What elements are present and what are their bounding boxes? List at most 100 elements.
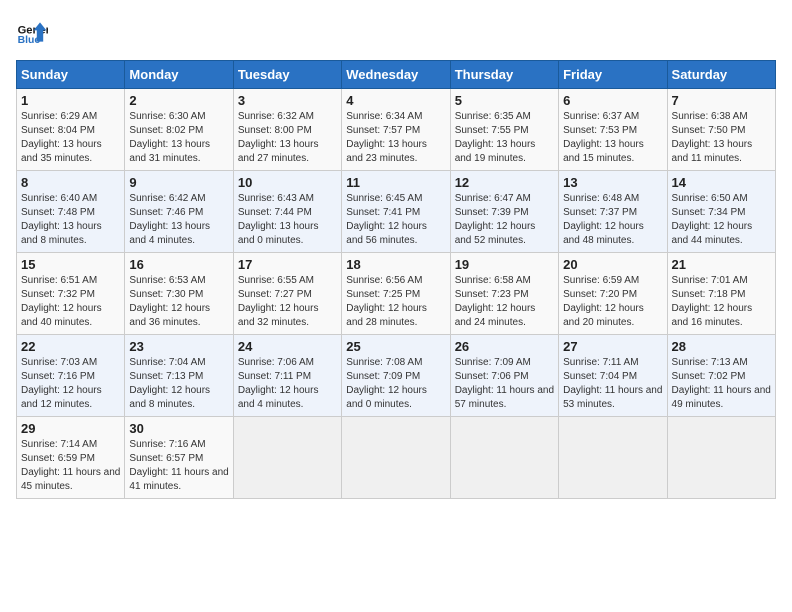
day-info: Sunrise: 7:03 AMSunset: 7:16 PMDaylight:… <box>21 356 120 412</box>
calendar-cell: 1 Sunrise: 6:29 AMSunset: 8:04 PMDaylight… <box>17 89 125 171</box>
calendar-cell: 2 Sunrise: 6:30 AMSunset: 8:02 PMDaylight… <box>125 89 233 171</box>
weekday-header: Friday <box>559 61 667 89</box>
calendar-table: SundayMondayTuesdayWednesdayThursdayFrid… <box>16 60 776 499</box>
day-number: 14 <box>672 175 771 190</box>
calendar-cell: 15Sunrise: 6:51 AMSunset: 7:32 PMDayligh… <box>17 253 125 335</box>
calendar-cell: 29 Sunrise: 7:14 AMSunset: 6:59 PMDayligh… <box>17 417 125 499</box>
day-info: Sunrise: 6:45 AMSunset: 7:41 PMDaylight:… <box>346 192 445 248</box>
day-number: 24 <box>238 339 337 354</box>
calendar-week-row: 1 Sunrise: 6:29 AMSunset: 8:04 PMDaylight… <box>17 89 776 171</box>
day-number: 4 <box>346 93 445 108</box>
day-number: 2 <box>129 93 228 108</box>
calendar-cell: 8 Sunrise: 6:40 AMSunset: 7:48 PMDaylight… <box>17 171 125 253</box>
day-info: Sunrise: 6:59 AMSunset: 7:20 PMDaylight:… <box>563 274 662 330</box>
day-number: 16 <box>129 257 228 272</box>
day-info: Sunrise: 6:47 AMSunset: 7:39 PMDaylight:… <box>455 192 554 248</box>
day-number: 20 <box>563 257 662 272</box>
calendar-cell: 10 Sunrise: 6:43 AMSunset: 7:44 PMDayligh… <box>233 171 341 253</box>
day-info: Sunrise: 6:29 AMSunset: 8:04 PMDaylight:… <box>21 110 120 166</box>
day-info: Sunrise: 6:55 AMSunset: 7:27 PMDaylight:… <box>238 274 337 330</box>
day-info: Sunrise: 6:58 AMSunset: 7:23 PMDaylight:… <box>455 274 554 330</box>
day-info: Sunrise: 6:40 AMSunset: 7:48 PMDaylight:… <box>21 192 120 248</box>
day-number: 27 <box>563 339 662 354</box>
calendar-cell: 27 Sunrise: 7:11 AMSunset: 7:04 PMDayligh… <box>559 335 667 417</box>
day-number: 6 <box>563 93 662 108</box>
day-number: 18 <box>346 257 445 272</box>
calendar-cell: 13Sunrise: 6:48 AMSunset: 7:37 PMDayligh… <box>559 171 667 253</box>
calendar-cell <box>342 417 450 499</box>
day-number: 3 <box>238 93 337 108</box>
calendar-week-row: 29 Sunrise: 7:14 AMSunset: 6:59 PMDayligh… <box>17 417 776 499</box>
day-info: Sunrise: 7:13 AMSunset: 7:02 PMDaylight:… <box>672 356 771 412</box>
calendar-cell: 19 Sunrise: 6:58 AMSunset: 7:23 PMDayligh… <box>450 253 558 335</box>
day-info: Sunrise: 6:35 AMSunset: 7:55 PMDaylight:… <box>455 110 554 166</box>
calendar-cell: 12 Sunrise: 6:47 AMSunset: 7:39 PMDayligh… <box>450 171 558 253</box>
day-number: 17 <box>238 257 337 272</box>
weekday-header: Saturday <box>667 61 775 89</box>
weekday-header: Sunday <box>17 61 125 89</box>
calendar-cell: 9Sunrise: 6:42 AMSunset: 7:46 PMDaylight… <box>125 171 233 253</box>
day-info: Sunrise: 7:06 AMSunset: 7:11 PMDaylight:… <box>238 356 337 412</box>
day-info: Sunrise: 6:32 AMSunset: 8:00 PMDaylight:… <box>238 110 337 166</box>
calendar-cell: 11 Sunrise: 6:45 AMSunset: 7:41 PMDayligh… <box>342 171 450 253</box>
day-info: Sunrise: 6:50 AMSunset: 7:34 PMDaylight:… <box>672 192 771 248</box>
calendar-cell: 26 Sunrise: 7:09 AMSunset: 7:06 PMDayligh… <box>450 335 558 417</box>
weekday-header: Wednesday <box>342 61 450 89</box>
day-number: 5 <box>455 93 554 108</box>
day-info: Sunrise: 7:04 AMSunset: 7:13 PMDaylight:… <box>129 356 228 412</box>
day-info: Sunrise: 6:56 AMSunset: 7:25 PMDaylight:… <box>346 274 445 330</box>
day-number: 25 <box>346 339 445 354</box>
calendar-cell: 23Sunrise: 7:04 AMSunset: 7:13 PMDayligh… <box>125 335 233 417</box>
day-number: 1 <box>21 93 120 108</box>
day-info: Sunrise: 6:30 AMSunset: 8:02 PMDaylight:… <box>129 110 228 166</box>
calendar-cell: 22 Sunrise: 7:03 AMSunset: 7:16 PMDayligh… <box>17 335 125 417</box>
day-info: Sunrise: 6:37 AMSunset: 7:53 PMDaylight:… <box>563 110 662 166</box>
day-info: Sunrise: 7:01 AMSunset: 7:18 PMDaylight:… <box>672 274 771 330</box>
day-number: 8 <box>21 175 120 190</box>
calendar-cell: 14 Sunrise: 6:50 AMSunset: 7:34 PMDayligh… <box>667 171 775 253</box>
calendar-cell: 28Sunrise: 7:13 AMSunset: 7:02 PMDayligh… <box>667 335 775 417</box>
day-number: 12 <box>455 175 554 190</box>
day-number: 21 <box>672 257 771 272</box>
calendar-cell: 21 Sunrise: 7:01 AMSunset: 7:18 PMDayligh… <box>667 253 775 335</box>
logo-icon: General Blue <box>16 16 48 48</box>
calendar-cell: 6 Sunrise: 6:37 AMSunset: 7:53 PMDaylight… <box>559 89 667 171</box>
logo: General Blue <box>16 16 48 48</box>
day-info: Sunrise: 6:43 AMSunset: 7:44 PMDaylight:… <box>238 192 337 248</box>
calendar-cell: 16 Sunrise: 6:53 AMSunset: 7:30 PMDayligh… <box>125 253 233 335</box>
day-info: Sunrise: 6:42 AMSunset: 7:46 PMDaylight:… <box>129 192 228 248</box>
calendar-cell <box>233 417 341 499</box>
day-number: 15 <box>21 257 120 272</box>
calendar-cell <box>450 417 558 499</box>
calendar-cell: 20 Sunrise: 6:59 AMSunset: 7:20 PMDayligh… <box>559 253 667 335</box>
day-number: 19 <box>455 257 554 272</box>
day-info: Sunrise: 7:09 AMSunset: 7:06 PMDaylight:… <box>455 356 554 412</box>
page-header: General Blue <box>16 16 776 48</box>
calendar-cell: 24 Sunrise: 7:06 AMSunset: 7:11 PMDayligh… <box>233 335 341 417</box>
weekday-header: Tuesday <box>233 61 341 89</box>
day-number: 22 <box>21 339 120 354</box>
day-info: Sunrise: 6:38 AMSunset: 7:50 PMDaylight:… <box>672 110 771 166</box>
calendar-week-row: 15Sunrise: 6:51 AMSunset: 7:32 PMDayligh… <box>17 253 776 335</box>
day-info: Sunrise: 7:11 AMSunset: 7:04 PMDaylight:… <box>563 356 662 412</box>
day-info: Sunrise: 6:34 AMSunset: 7:57 PMDaylight:… <box>346 110 445 166</box>
calendar-cell <box>667 417 775 499</box>
calendar-cell <box>559 417 667 499</box>
day-info: Sunrise: 7:14 AMSunset: 6:59 PMDaylight:… <box>21 438 120 494</box>
calendar-cell: 25Sunrise: 7:08 AMSunset: 7:09 PMDayligh… <box>342 335 450 417</box>
calendar-cell: 30 Sunrise: 7:16 AMSunset: 6:57 PMDayligh… <box>125 417 233 499</box>
day-number: 26 <box>455 339 554 354</box>
calendar-cell: 18 Sunrise: 6:56 AMSunset: 7:25 PMDayligh… <box>342 253 450 335</box>
weekday-header-row: SundayMondayTuesdayWednesdayThursdayFrid… <box>17 61 776 89</box>
calendar-cell: 3 Sunrise: 6:32 AMSunset: 8:00 PMDaylight… <box>233 89 341 171</box>
day-number: 30 <box>129 421 228 436</box>
day-info: Sunrise: 6:53 AMSunset: 7:30 PMDaylight:… <box>129 274 228 330</box>
day-info: Sunrise: 7:16 AMSunset: 6:57 PMDaylight:… <box>129 438 228 494</box>
weekday-header: Monday <box>125 61 233 89</box>
day-number: 29 <box>21 421 120 436</box>
day-number: 10 <box>238 175 337 190</box>
day-number: 7 <box>672 93 771 108</box>
day-number: 11 <box>346 175 445 190</box>
calendar-cell: 7 Sunrise: 6:38 AMSunset: 7:50 PMDaylight… <box>667 89 775 171</box>
day-number: 13 <box>563 175 662 190</box>
